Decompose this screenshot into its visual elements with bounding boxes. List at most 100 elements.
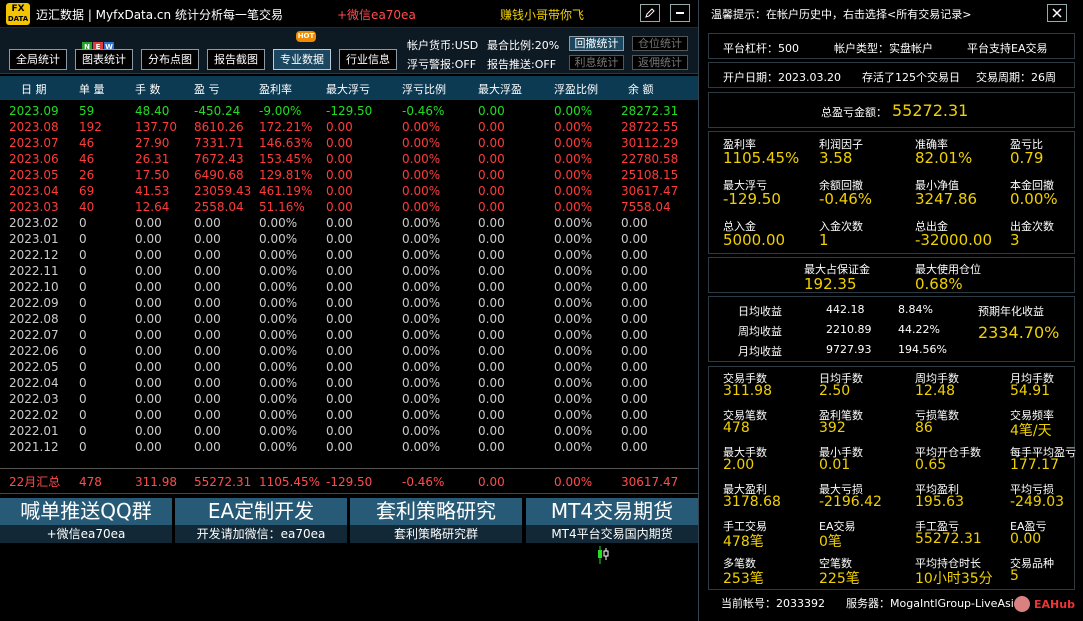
max-float-loss-cell: 0.00 (326, 424, 353, 438)
column-header[interactable]: 最大浮盈 (478, 81, 522, 97)
table-row[interactable]: 2023.01 0 0.00 0.00 0.00% 0.00 0.00% 0.00 0.00% 0… (0, 231, 698, 247)
chart-stats-button[interactable]: 图表统计 (75, 49, 133, 70)
float-profit-ratio-cell: 0.00% (554, 232, 593, 246)
table-row[interactable]: 2022.05 0 0.00 0.00 0.00% 0.00 0.00% 0.00 0.00% 0… (0, 359, 698, 375)
table-row[interactable]: 2022.02 0 0.00 0.00 0.00% 0.00 0.00% 0.00 0.00% 0… (0, 407, 698, 423)
date-cell: 2021.12 (9, 440, 59, 454)
pro-data-button[interactable]: 专业数据 (273, 49, 331, 70)
lots-cell: 0.00 (135, 296, 162, 310)
table-row[interactable]: 2022.10 0 0.00 0.00 0.00% 0.00 0.00% 0.00 0.00% 0… (0, 279, 698, 295)
table-row[interactable]: 2023.08 192 137.70 8610.26 172.21% 0.00 0.00% 0… (0, 119, 698, 135)
float-loss-ratio-cell: 0.00% (402, 184, 441, 198)
report-screenshot-button[interactable]: 报告截图 (207, 49, 265, 70)
industry-info-button[interactable]: 行业信息 (339, 49, 397, 70)
lots-cell: 0.00 (135, 376, 162, 390)
position-stats-button[interactable]: 仓位统计 (632, 36, 688, 51)
eahub-brand: EAHub (1034, 598, 1075, 611)
date-cell: 2022.03 (9, 392, 59, 406)
profit-rate-cell: 129.81% (259, 168, 313, 182)
column-header[interactable]: 余 额 (628, 81, 654, 97)
column-header[interactable]: 最大浮亏 (326, 81, 370, 97)
table-row[interactable]: 2023.04 69 41.53 23059.43 461.19% 0.00 0.00% 0.… (0, 183, 698, 199)
close-button[interactable] (1047, 4, 1067, 22)
survived-days: 存活了125个交易日 (862, 71, 960, 84)
pnl-cell: 0.00 (194, 360, 221, 374)
float-loss-alert[interactable]: 浮亏警报:OFF (407, 56, 476, 72)
rebate-stats-button[interactable]: 返佣统计 (632, 55, 688, 70)
minimize-icon (676, 12, 684, 14)
promo-qq-group[interactable]: 喊单推送QQ群 +微信ea70ea (0, 498, 172, 544)
column-header[interactable]: 手 数 (135, 81, 161, 97)
date-cell: 2022.04 (9, 376, 59, 390)
table-row[interactable]: 2023.05 26 17.50 6490.68 129.81% 0.00 0.00% 0.0… (0, 167, 698, 183)
float-loss-ratio-cell: 0.00% (402, 392, 441, 406)
pnl-cell: 6490.68 (194, 168, 244, 182)
table-row[interactable]: 2022.01 0 0.00 0.00 0.00% 0.00 0.00% 0.00 0.00% 0… (0, 423, 698, 439)
stat-value: 311.98 (723, 383, 772, 399)
stat-value: 4笔/天 (1010, 423, 1052, 439)
open-date: 开户日期：2023.03.20 (723, 71, 841, 84)
stat-value: 195.63 (915, 494, 964, 510)
summary-cell: 311.98 (135, 475, 177, 489)
column-header[interactable]: 浮亏比例 (402, 81, 446, 97)
return-label: 月均收益 (738, 345, 782, 358)
max-float-profit-cell: 0.00 (478, 280, 505, 294)
column-header[interactable]: 浮盈比例 (554, 81, 598, 97)
balance-cell: 0.00 (621, 264, 648, 278)
orders-cell: 40 (79, 200, 95, 214)
minimize-button[interactable] (670, 4, 690, 22)
stat-value: -249.03 (1010, 494, 1065, 510)
promo-mt4-futures[interactable]: MT4交易期货 MT4平台交易国内期货 (526, 498, 698, 544)
orders-cell: 0 (79, 280, 87, 294)
pnl-cell: 8610.26 (194, 120, 244, 134)
max-float-profit-cell: 0.00 (478, 168, 505, 182)
column-header[interactable]: 单 量 (79, 81, 105, 97)
interest-stats-button[interactable]: 利息统计 (569, 55, 624, 70)
distribution-chart-button[interactable]: 分布点图 (141, 49, 199, 70)
table-row[interactable]: 2023.02 0 0.00 0.00 0.00% 0.00 0.00% 0.00 0.00% 0… (0, 215, 698, 231)
drawdown-stats-button[interactable]: 回撤统计 (569, 36, 624, 51)
stat-value: -32000.00 (915, 231, 992, 249)
table-row[interactable]: 2022.04 0 0.00 0.00 0.00% 0.00 0.00% 0.00 0.00% 0… (0, 375, 698, 391)
float-loss-ratio-cell: 0.00% (402, 152, 441, 166)
promo-ea-dev[interactable]: EA定制开发 开发请加微信：ea70ea (175, 498, 347, 544)
balance-cell: 0.00 (621, 312, 648, 326)
total-pnl-value: 55272.31 (892, 101, 969, 120)
edit-button[interactable] (640, 4, 660, 22)
pnl-cell: 0.00 (194, 344, 221, 358)
table-row[interactable]: 2022.12 0 0.00 0.00 0.00% 0.00 0.00% 0.00 0.00% 0… (0, 247, 698, 263)
price-chart-area[interactable] (0, 546, 698, 621)
table-row[interactable]: 2022.09 0 0.00 0.00 0.00% 0.00 0.00% 0.00 0.00% 0… (0, 295, 698, 311)
float-loss-ratio-cell: 0.00% (402, 376, 441, 390)
orders-cell: 0 (79, 232, 87, 246)
promo-arbitrage[interactable]: 套利策略研究 套利策略研究群 (350, 498, 522, 544)
column-header[interactable]: 日 期 (21, 81, 47, 97)
column-header[interactable]: 盈利率 (259, 81, 292, 97)
table-row[interactable]: 2022.03 0 0.00 0.00 0.00% 0.00 0.00% 0.00 0.00% 0… (0, 391, 698, 407)
report-push[interactable]: 报告推送:OFF (487, 56, 556, 72)
account-info-section: 平台杠杆：500 帐户类型：实盘帐户 平台支持EA交易 (708, 33, 1075, 59)
lots-cell: 17.50 (135, 168, 170, 182)
float-profit-ratio-cell: 0.00% (554, 216, 593, 230)
max-float-profit-cell: 0.00 (478, 296, 505, 310)
table-row[interactable]: 2022.11 0 0.00 0.00 0.00% 0.00 0.00% 0.00 0.00% 0… (0, 263, 698, 279)
table-row[interactable]: 2022.07 0 0.00 0.00 0.00% 0.00 0.00% 0.00 0.00% 0… (0, 327, 698, 343)
global-stats-button[interactable]: 全局统计 (9, 49, 67, 70)
float-profit-ratio-cell: 0.00% (554, 248, 593, 262)
max-ratio: 最合比例:20% (487, 39, 560, 52)
wechat-contact[interactable]: +微信ea70ea (337, 6, 416, 23)
table-row[interactable]: 2023.07 46 27.90 7331.71 146.63% 0.00 0.00% 0.0… (0, 135, 698, 151)
table-row[interactable]: 2023.06 46 26.31 7672.43 153.45% 0.00 0.00% 0.0… (0, 151, 698, 167)
balance-cell: 0.00 (621, 216, 648, 230)
column-header[interactable]: 盈 亏 (194, 81, 220, 97)
table-row[interactable]: 2022.08 0 0.00 0.00 0.00% 0.00 0.00% 0.00 0.00% 0… (0, 311, 698, 327)
float-loss-ratio-cell: 0.00% (402, 440, 441, 454)
float-loss-ratio-cell: -0.46% (402, 104, 445, 118)
pnl-cell: 0.00 (194, 440, 221, 454)
table-row[interactable]: 2021.12 0 0.00 0.00 0.00% 0.00 0.00% 0.00 0.00% 0… (0, 439, 698, 455)
table-row[interactable]: 2023.09 59 48.40 -450.24 -9.00% -129.50 -0.46%… (0, 103, 698, 119)
table-row[interactable]: 2022.06 0 0.00 0.00 0.00% 0.00 0.00% 0.00 0.00% 0… (0, 343, 698, 359)
stat-value: 3.58 (819, 149, 853, 167)
table-row[interactable]: 2023.03 40 12.64 2558.04 51.16% 0.00 0.00% 0.00… (0, 199, 698, 215)
float-profit-ratio-cell: 0.00% (554, 168, 593, 182)
